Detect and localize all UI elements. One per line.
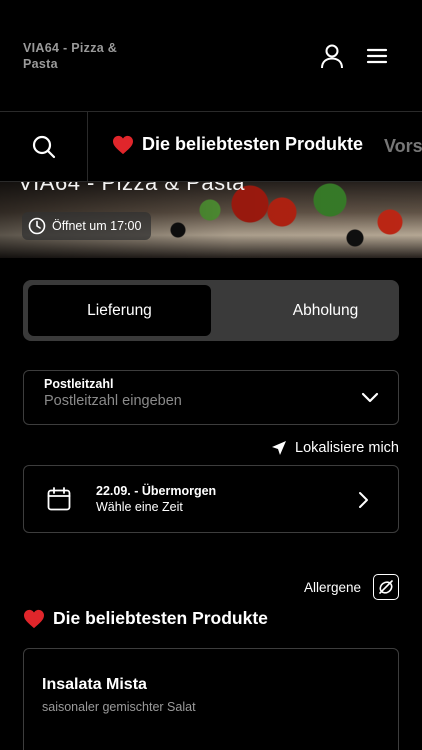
time-hint: Wähle eine Zeit: [96, 500, 183, 514]
calendar-icon: [47, 487, 71, 511]
product-description: saisonaler gemischter Salat: [42, 700, 196, 714]
postcode-placeholder: Postleitzahl eingeben: [44, 393, 182, 409]
pickup-option[interactable]: Abholung: [234, 285, 417, 336]
locate-me-label: Lokalisiere mich: [295, 440, 399, 456]
hero-banner: VIA64 - Pizza & Pasta Öffnet um 17:00: [0, 182, 422, 258]
brand-name: VIA64 - Pizza & Pasta: [23, 41, 118, 71]
delivery-option[interactable]: Lieferung: [28, 285, 211, 336]
category-tab-popular[interactable]: Die beliebtesten Produkte: [112, 134, 363, 155]
section-title-popular: Die beliebtesten Produkte: [23, 608, 268, 629]
heart-icon: [24, 609, 44, 628]
opening-badge: Öffnet um 17:00: [22, 212, 152, 240]
category-tab-next[interactable]: Vors: [384, 136, 422, 157]
category-tab-label: Die beliebtesten Produkte: [142, 134, 364, 154]
postcode-label: Postleitzahl: [44, 377, 114, 391]
section-title-text: Die beliebtesten Produkte: [53, 608, 268, 628]
chevron-right-icon: [359, 492, 368, 508]
allergen-icon: [373, 574, 399, 600]
category-search-button[interactable]: [0, 112, 88, 181]
selected-date: 22.09. - Übermorgen: [96, 484, 217, 498]
clock-icon: [28, 217, 46, 235]
chevron-down-icon[interactable]: [360, 387, 380, 407]
locate-me-button[interactable]: Lokalisiere mich: [271, 440, 399, 456]
search-icon: [32, 135, 55, 159]
product-name: Insalata Mista: [42, 676, 147, 693]
product-card[interactable]: Insalata Mista saisonaler gemischter Sal…: [23, 648, 399, 750]
opening-text: Öffnet um 17:00: [52, 219, 142, 233]
menu-icon[interactable]: [364, 42, 392, 70]
category-bar: Die beliebtesten Produkte Vors: [0, 112, 422, 182]
date-picker[interactable]: 22.09. - Übermorgen Wähle eine Zeit: [23, 465, 399, 533]
allergene-filter[interactable]: Allergene: [304, 574, 399, 600]
delivery-mode-toggle: Lieferung Abholung: [23, 280, 399, 341]
hero-title: VIA64 - Pizza & Pasta: [18, 182, 245, 195]
postcode-field[interactable]: Postleitzahl Postleitzahl eingeben: [23, 370, 399, 425]
app-header: VIA64 - Pizza & Pasta: [0, 0, 422, 112]
user-icon[interactable]: [318, 42, 346, 70]
location-arrow-icon: [272, 441, 287, 455]
allergene-label: Allergene: [303, 579, 361, 595]
heart-icon: [113, 135, 133, 154]
